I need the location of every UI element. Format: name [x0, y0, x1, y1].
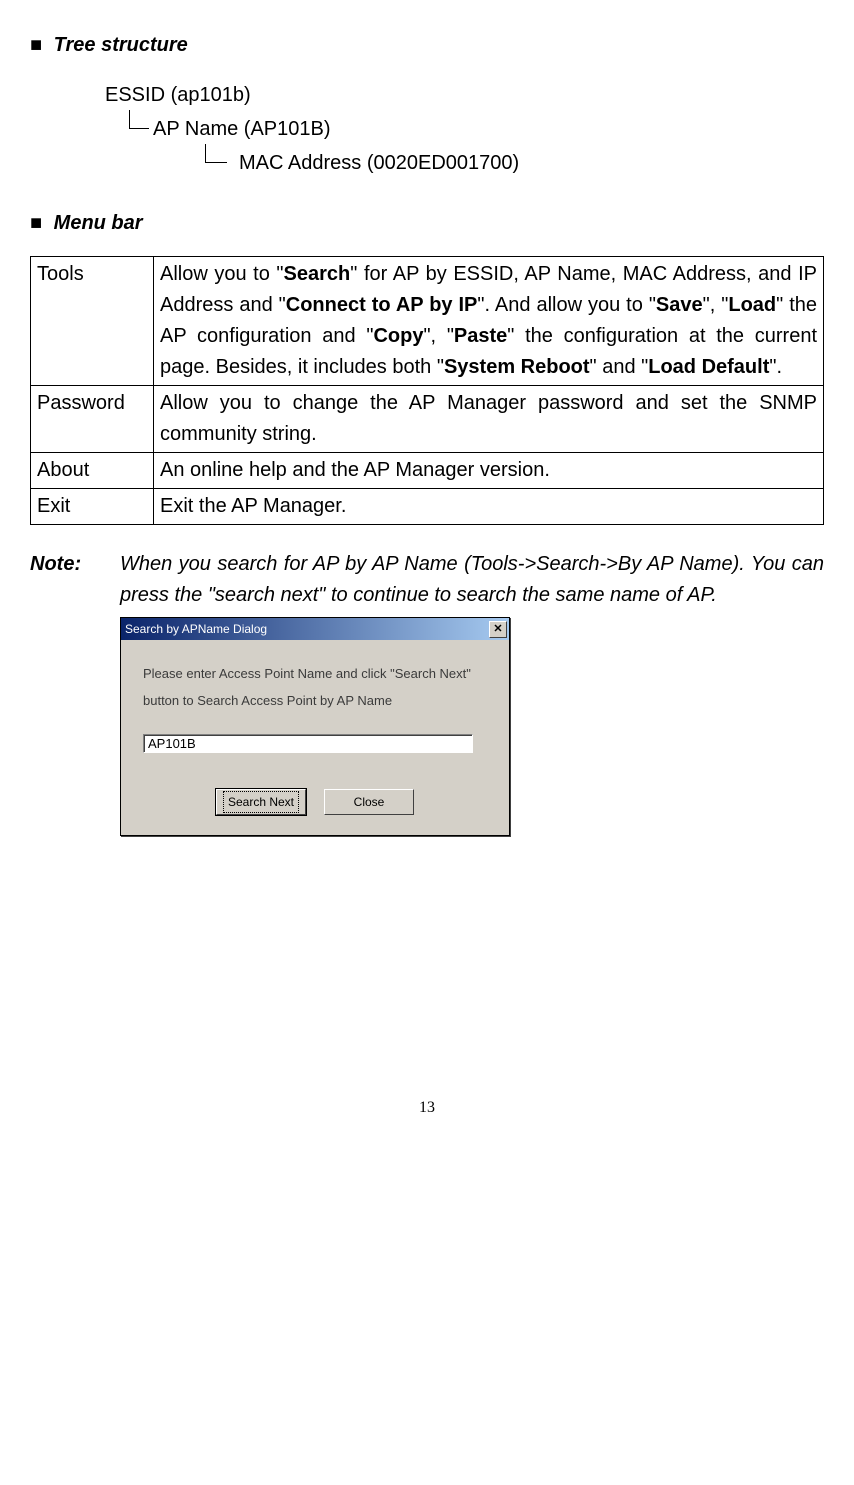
- note-block: Note: When you search for AP by AP Name …: [30, 549, 824, 611]
- tree-essid: ESSID (ap101b): [105, 78, 824, 112]
- dialog-instruction: Please enter Access Point Name and click…: [143, 660, 487, 715]
- tree-structure-header: ■ Tree structure: [30, 30, 824, 60]
- tree-apname: AP Name (AP101B): [153, 112, 331, 146]
- bullet-icon: ■: [30, 212, 42, 234]
- table-row: Exit Exit the AP Manager.: [31, 489, 824, 525]
- menu-desc: An online help and the AP Manager versio…: [154, 453, 824, 489]
- menu-name: Password: [31, 386, 154, 453]
- menu-bar-header: ■ Menu bar: [30, 208, 824, 238]
- apname-input[interactable]: [143, 734, 473, 753]
- menu-desc: Exit the AP Manager.: [154, 489, 824, 525]
- table-row: Tools Allow you to "Search" for AP by ES…: [31, 257, 824, 386]
- table-row: Password Allow you to change the AP Mana…: [31, 386, 824, 453]
- search-dialog: Search by APName Dialog ✕ Please enter A…: [120, 617, 510, 836]
- menu-name: About: [31, 453, 154, 489]
- menu-desc: Allow you to "Search" for AP by ESSID, A…: [154, 257, 824, 386]
- section-title: Menu bar: [54, 212, 143, 234]
- tree-structure: ESSID (ap101b) AP Name (AP101B) MAC Addr…: [105, 78, 824, 180]
- close-icon[interactable]: ✕: [489, 621, 507, 638]
- page-number: 13: [30, 1096, 824, 1120]
- menu-name: Tools: [31, 257, 154, 386]
- note-label: Note:: [30, 549, 120, 579]
- menu-bar-table: Tools Allow you to "Search" for AP by ES…: [30, 256, 824, 525]
- tree-mac: MAC Address (0020ED001700): [239, 146, 519, 180]
- note-text: When you search for AP by AP Name (Tools…: [120, 549, 824, 611]
- close-button[interactable]: Close: [324, 789, 414, 815]
- bullet-icon: ■: [30, 34, 42, 56]
- dialog-titlebar: Search by APName Dialog ✕: [121, 618, 509, 640]
- search-next-button[interactable]: Search Next: [216, 789, 306, 815]
- menu-desc: Allow you to change the AP Manager passw…: [154, 386, 824, 453]
- menu-name: Exit: [31, 489, 154, 525]
- table-row: About An online help and the AP Manager …: [31, 453, 824, 489]
- dialog-title: Search by APName Dialog: [125, 620, 267, 638]
- section-title: Tree structure: [54, 34, 188, 56]
